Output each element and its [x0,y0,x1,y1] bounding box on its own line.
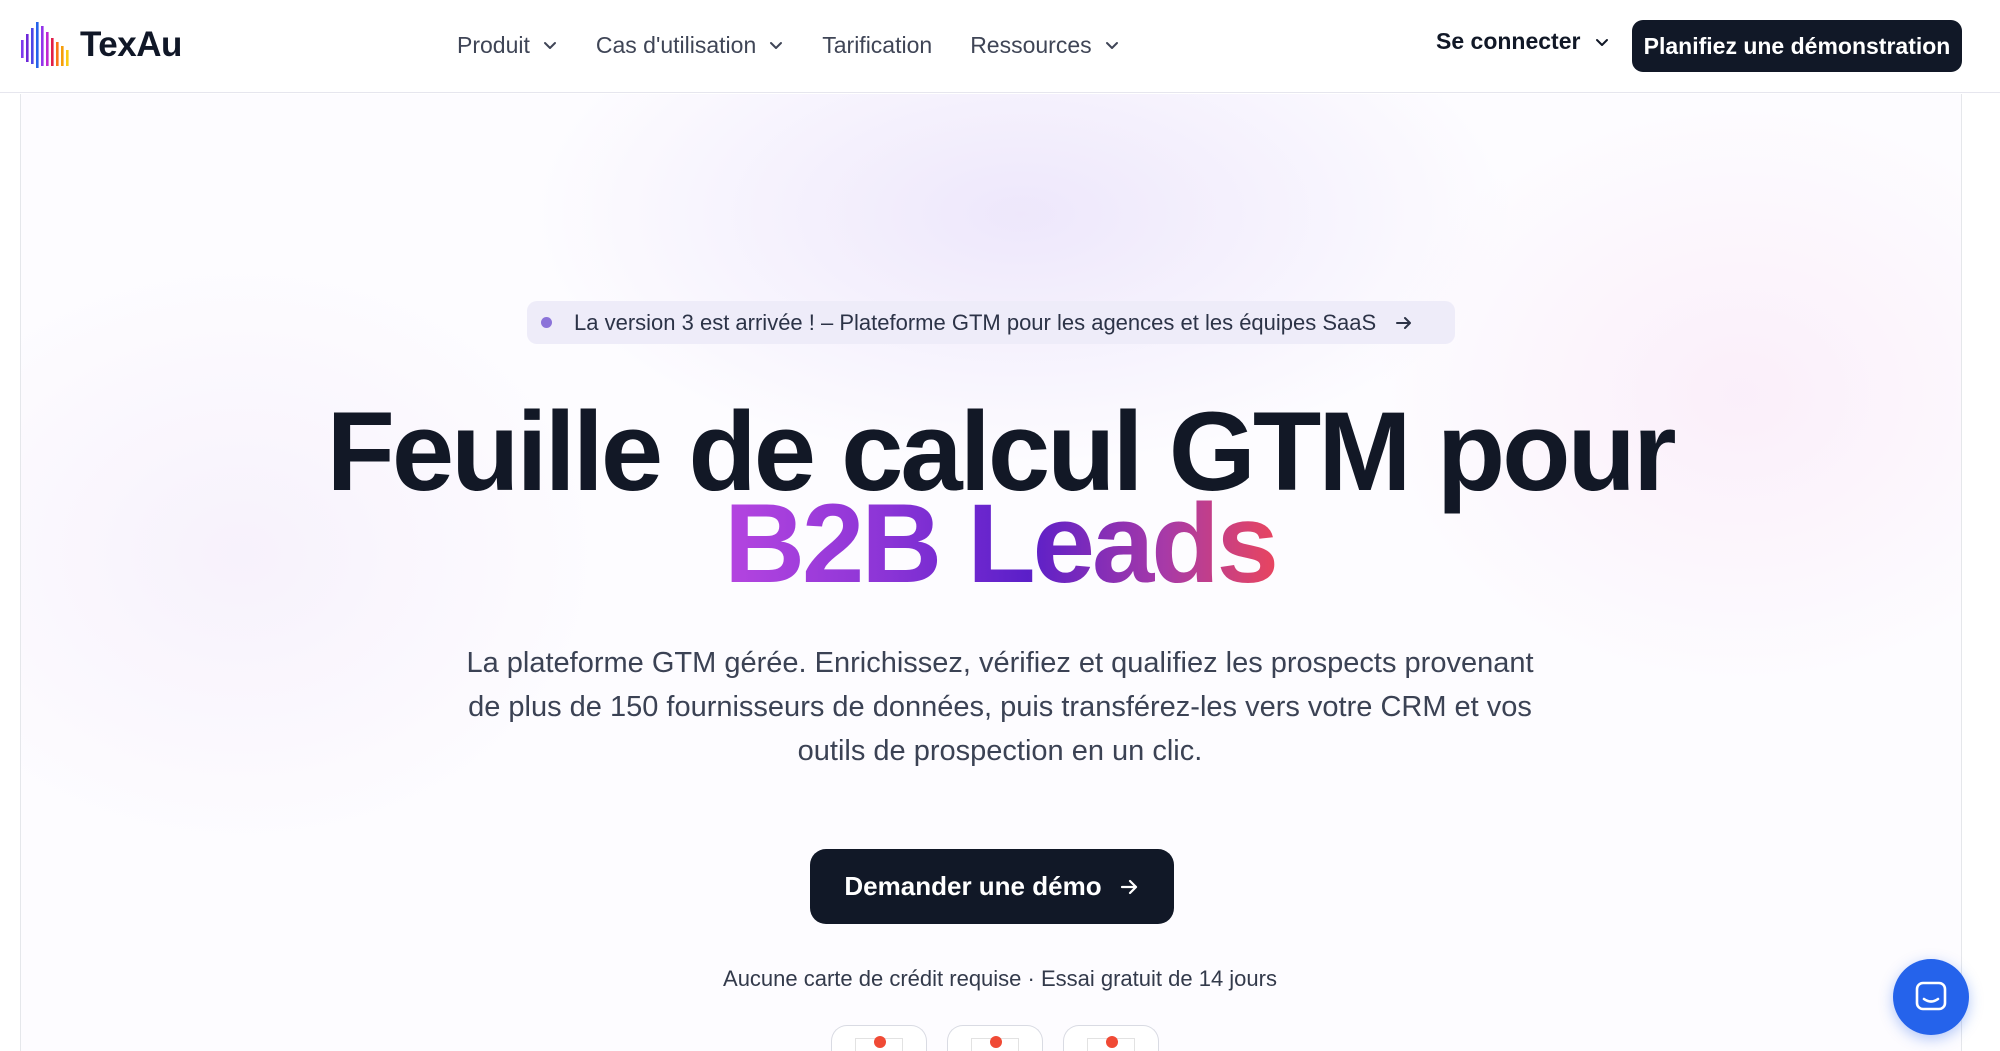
arrow-right-icon [1120,879,1137,894]
nav-item-label: Tarification [822,31,933,58]
announcement-text: La version 3 est arrivée ! – Plateforme … [574,309,1377,335]
trial-note: Aucune carte de crédit requise · Essai g… [723,966,1277,991]
nav-item-produit[interactable]: Produit [457,32,558,59]
chevron-down-icon [543,42,556,49]
announcement-banner[interactable]: La version 3 est arrivée ! – Plateforme … [527,301,1455,344]
gradient-text: B2B Leads [724,481,1279,606]
dot-icon [541,317,552,328]
request-demo-label: Demander une démo [844,871,1102,901]
chevron-down-icon [770,42,783,49]
signin-label: Se connecter [1436,28,1581,54]
chat-icon [1915,981,1947,1011]
g2-badge-icon [947,1025,1043,1051]
g2-badge-icon [831,1025,927,1051]
chevron-down-icon [1105,42,1118,49]
nav-item-label: Cas d'utilisation [595,31,757,58]
bars-logo-icon [21,22,69,68]
chat-launcher-button[interactable] [1893,959,1969,1035]
brand-logo[interactable]: TexAu [20,20,182,70]
nav-item-ressources[interactable]: Ressources [970,32,1119,59]
brand-name: TexAu [80,25,182,64]
main-nav: Produit Cas d'utilisation Tarification R… [457,22,1158,68]
schedule-demo-button[interactable]: Planifiez une démonstration [1632,20,1962,72]
arrow-right-icon [1396,316,1412,329]
hero-title-highlight: B2B Leads [0,484,2000,604]
nav-item-cas-utilisation[interactable]: Cas d'utilisation [596,32,784,59]
chevron-down-icon [1596,38,1609,46]
g2-badge-icon [1063,1025,1159,1051]
hero-subtitle: La plateforme GTM gérée. Enrichissez, vé… [466,647,1534,767]
request-demo-button[interactable]: Demander une démo [810,849,1174,924]
nav-item-label: Produit [457,31,530,58]
award-badges [831,1025,1159,1051]
signin-dropdown[interactable]: Se connecter [1436,28,1610,55]
nav-item-label: Ressources [970,31,1092,58]
site-header: TexAu Produit Cas d'utilisation Tarifica… [0,0,2000,93]
nav-item-tarification[interactable]: Tarification [822,32,932,59]
